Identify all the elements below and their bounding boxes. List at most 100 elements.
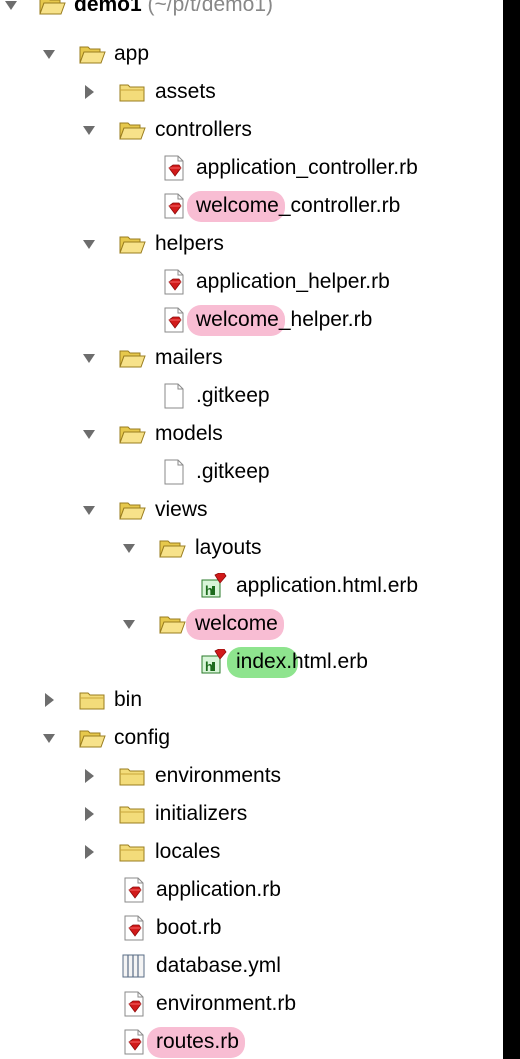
tree-row-database-yml[interactable]: database.yml [0,947,503,985]
closed-folder-icon [118,79,146,105]
ruby-file-icon [160,307,188,333]
folder-label: models [155,422,223,445]
open-folder-icon [78,41,106,67]
erb-file-icon [200,573,228,599]
tree-row-root[interactable]: demo1 (~/p/t/demo1) [0,0,503,24]
blank-file-icon [160,459,188,485]
folder-label: helpers [155,232,224,255]
expand-arrow-icon[interactable] [82,425,96,443]
tree-row-welcome-folder[interactable]: welcome [0,605,503,643]
highlight-marker: welcome [186,609,284,640]
closed-folder-icon [118,763,146,789]
file-label: environment.rb [156,992,297,1015]
file-label: application.html.erb [236,574,419,597]
expand-arrow-icon[interactable] [82,235,96,253]
collapse-arrow-icon[interactable] [82,767,96,785]
open-folder-icon [118,345,146,371]
tree-row-welcome-controller[interactable]: welcome_controller.rb [0,187,503,225]
file-label: welcome_helper.rb [187,305,373,336]
file-label: application_controller.rb [196,156,418,179]
tree-row-helpers[interactable]: helpers [0,225,503,263]
file-label: .gitkeep [196,460,270,483]
tree-row-mailers-gitkeep[interactable]: .gitkeep [0,377,503,415]
collapse-arrow-icon[interactable] [82,83,96,101]
folder-label: initializers [155,802,248,825]
erb-file-icon [200,649,228,675]
expand-arrow-icon[interactable] [122,615,136,633]
closed-folder-icon [118,839,146,865]
open-folder-icon [158,535,186,561]
yaml-file-icon [120,953,148,979]
folder-label: locales [155,840,221,863]
ruby-file-icon [120,991,148,1017]
file-label: .gitkeep [196,384,270,407]
open-folder-icon [118,497,146,523]
highlight-marker: welcome [187,191,285,222]
open-folder-icon [118,231,146,257]
tree-row-models[interactable]: models [0,415,503,453]
ruby-file-icon [160,193,188,219]
tree-row-application-controller[interactable]: application_controller.rb [0,149,503,187]
open-folder-icon [158,611,186,637]
tree-row-locales[interactable]: locales [0,833,503,871]
expand-arrow-icon[interactable] [42,729,56,747]
expand-arrow-icon[interactable] [122,539,136,557]
root-label: demo1 (~/p/t/demo1) [74,0,274,16]
highlight-marker: index. [226,647,299,678]
tree-row-application-helper[interactable]: application_helper.rb [0,263,503,301]
file-label: boot.rb [156,916,222,939]
expand-arrow-icon[interactable] [82,349,96,367]
expand-arrow-icon[interactable] [82,501,96,519]
blank-file-icon [160,383,188,409]
collapse-arrow-icon[interactable] [82,805,96,823]
tree-row-environments[interactable]: environments [0,757,503,795]
tree-row-assets[interactable]: assets [0,73,503,111]
tree-row-application-html-erb[interactable]: application.html.erb [0,567,503,605]
folder-label: environments [155,764,282,787]
tree-row-initializers[interactable]: initializers [0,795,503,833]
tree-row-bin[interactable]: bin [0,681,503,719]
file-label: welcome_controller.rb [187,191,401,222]
folder-label: layouts [195,536,262,559]
ruby-file-icon [120,877,148,903]
file-label: application_helper.rb [196,270,390,293]
tree-row-app[interactable]: app [0,35,503,73]
tree-row-mailers[interactable]: mailers [0,339,503,377]
folder-label: controllers [155,118,252,141]
tree-row-controllers[interactable]: controllers [0,111,503,149]
tree-row-layouts[interactable]: layouts [0,529,503,567]
file-label: database.yml [156,954,281,977]
highlight-marker: welcome [187,305,285,336]
tree-row-routes-rb[interactable]: routes.rb [0,1023,503,1059]
file-label: application.rb [156,878,281,901]
scrollbar-track[interactable] [503,0,520,1059]
open-folder-icon [38,0,66,18]
tree-row-models-gitkeep[interactable]: .gitkeep [0,453,503,491]
open-folder-icon [118,421,146,447]
file-label: routes.rb [147,1027,245,1058]
expand-arrow-icon[interactable] [82,121,96,139]
open-folder-icon [118,117,146,143]
collapse-arrow-icon[interactable] [42,691,56,709]
open-folder-icon [78,725,106,751]
tree-row-environment-rb[interactable]: environment.rb [0,985,503,1023]
ruby-file-icon [120,1029,148,1055]
project-tree-panel: demo1 (~/p/t/demo1) app assets controlle… [0,0,503,1059]
expand-arrow-icon[interactable] [42,45,56,63]
expand-arrow-icon[interactable] [4,0,18,14]
tree-row-application-rb[interactable]: application.rb [0,871,503,909]
ruby-file-icon [160,155,188,181]
folder-label: welcome [186,609,284,640]
tree-row-welcome-helper[interactable]: welcome_helper.rb [0,301,503,339]
closed-folder-icon [78,687,106,713]
tree-row-config[interactable]: config [0,719,503,757]
tree-row-index-html-erb[interactable]: index.html.erb [0,643,503,681]
collapse-arrow-icon[interactable] [82,843,96,861]
folder-label: mailers [155,346,223,369]
file-label: index.html.erb [226,647,368,678]
tree-row-boot-rb[interactable]: boot.rb [0,909,503,947]
folder-label: bin [114,688,143,711]
folder-label: config [114,726,171,749]
tree-row-views[interactable]: views [0,491,503,529]
ruby-file-icon [160,269,188,295]
